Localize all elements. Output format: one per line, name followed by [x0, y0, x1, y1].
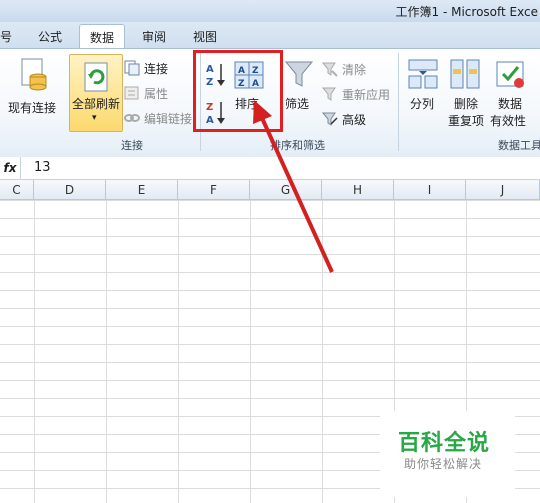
watermark: 百科全说 助你轻松解决 [380, 411, 515, 497]
watermark-subtitle: 助你轻松解决 [404, 457, 483, 471]
watermark-title: 百科全说 [398, 431, 491, 456]
